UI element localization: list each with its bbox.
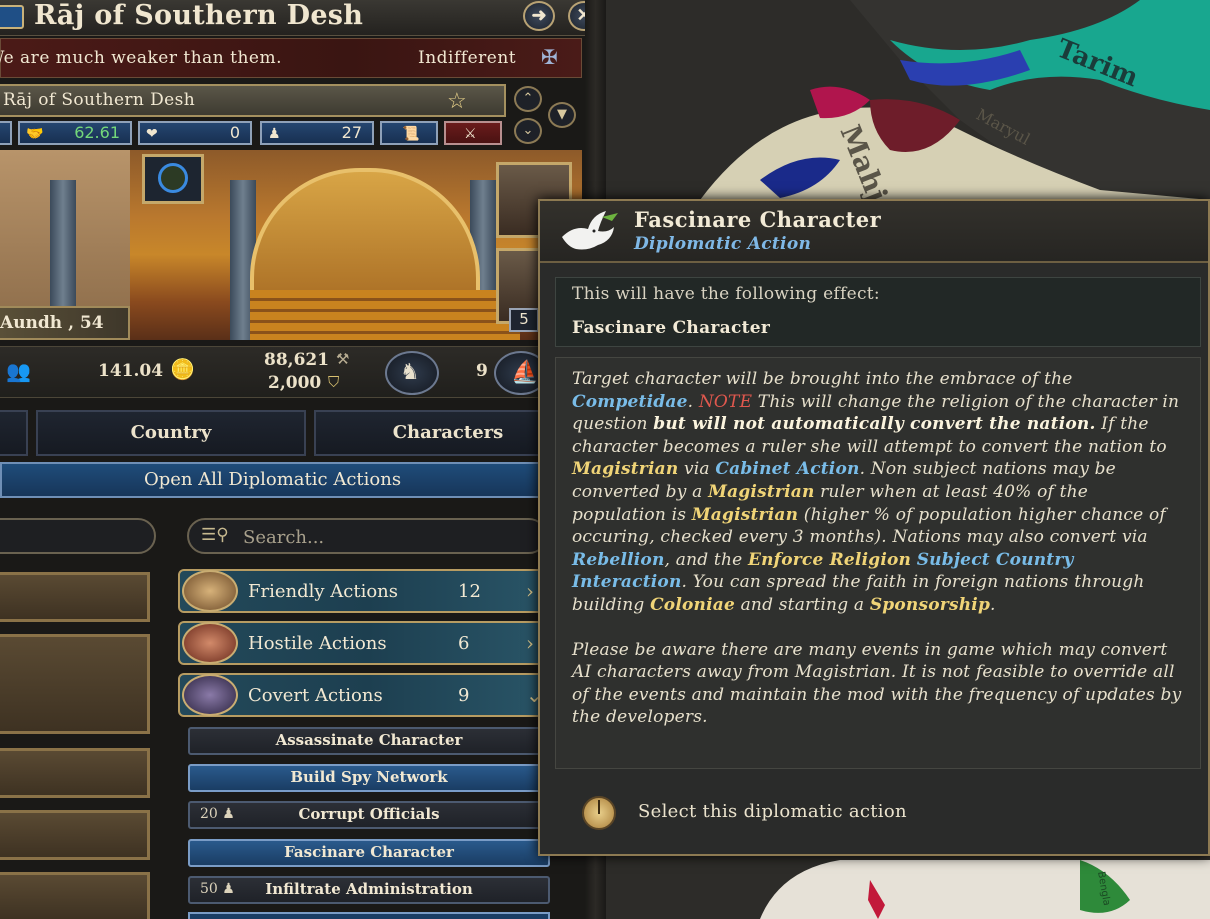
dagger-icon: [182, 674, 238, 716]
favorite-star-icon[interactable]: ☆: [447, 89, 467, 114]
heart-hand-icon: ❤: [146, 126, 158, 142]
agreement-slot-1[interactable]: [0, 572, 150, 622]
dove-icon: [562, 211, 618, 250]
open-all-actions-button[interactable]: Open All Diplomatic Actions: [0, 462, 545, 498]
tooltip-title: Fascinare Character: [634, 207, 882, 232]
timer-icon: [582, 796, 616, 830]
spy-icon: ♟: [222, 806, 235, 822]
tooltip-header: Fascinare Character Diplomatic Action: [540, 201, 1208, 263]
chevron-right-icon: ›: [526, 631, 534, 655]
panel-tabs: Country Characters: [0, 410, 582, 456]
population-icon: 👥: [6, 359, 31, 383]
army-count: 9: [476, 361, 488, 381]
scroll-up-button[interactable]: ⌃: [514, 86, 542, 112]
tab-country[interactable]: Country: [36, 410, 306, 456]
stat-spies[interactable]: ♟ 27: [260, 121, 374, 145]
scroll-down-button[interactable]: ⌄: [514, 118, 542, 144]
fist-icon: [182, 622, 238, 664]
agreement-slot-2[interactable]: [0, 634, 150, 734]
manpower-icon: ⚒: [336, 350, 350, 368]
filter-icon: ▼: [557, 107, 567, 122]
relation-bar: We are much weaker than them. Indifferen…: [0, 38, 582, 78]
treaty-button[interactable]: 📜: [380, 121, 438, 145]
diplomacy-panel: Rāj of Southern Desh ➜ ✕ We are much wea…: [0, 0, 606, 919]
effect-box: This will have the following effect: Fas…: [555, 277, 1201, 347]
stat-partial[interactable]: [0, 121, 12, 145]
action-tooltip: Fascinare Character Diplomatic Action Th…: [538, 199, 1210, 856]
agreement-slot-4[interactable]: [0, 810, 150, 860]
search-input[interactable]: ☰⚲ Search...: [187, 518, 547, 554]
search-icon: ☰⚲: [201, 525, 229, 545]
description-paragraph-1: Target character will be brought into th…: [572, 369, 1180, 615]
action-assassinate-character[interactable]: Assassinate Character: [188, 727, 550, 755]
ruler-name: Aundh , 54: [0, 313, 104, 333]
action-fascinare-character[interactable]: Fascinare Character: [188, 839, 550, 867]
attitude-text: Indifferent: [418, 48, 517, 68]
country-name-bar[interactable]: Rāj of Southern Desh ☆: [0, 84, 506, 117]
resources-row: 👥 141.04 🪙 88,621 ⚒ 2,000 ⛉ ♞ 9 ⛵: [0, 346, 582, 398]
action-infiltrate-administration[interactable]: 50 ♟ Infiltrate Administration: [188, 876, 550, 904]
action-build-spy-network[interactable]: Build Spy Network: [188, 764, 550, 792]
scroll-icon: 📜: [402, 126, 420, 142]
handshake-icon: [182, 570, 238, 612]
description-paragraph-2: Please be aware there are many events in…: [572, 639, 1182, 728]
portrait-count-badge: 5: [509, 308, 539, 332]
description-box: Target character will be brought into th…: [555, 357, 1201, 769]
country-stats: 🤝 62.61 ❤ 0 ♟ 27 📜 ⚔: [0, 121, 506, 145]
country-name: Rāj of Southern Desh: [3, 90, 196, 110]
army-button[interactable]: ♞: [385, 351, 439, 395]
category-hostile-actions[interactable]: Hostile Actions 6 ›: [178, 621, 558, 665]
chevron-up-icon: ⌃: [522, 91, 534, 106]
category-friendly-actions[interactable]: Friendly Actions 12 ›: [178, 569, 558, 613]
soldier-icon: ♞: [400, 360, 420, 385]
chevron-down-icon: ⌄: [522, 123, 534, 138]
war-button[interactable]: ⚔: [444, 121, 502, 145]
chevron-right-icon: ›: [526, 579, 534, 603]
country-flag-icon: [0, 5, 24, 29]
effect-intro: This will have the following effect:: [572, 284, 880, 304]
ship-icon: ⛵: [511, 360, 539, 385]
goto-button[interactable]: ➜: [523, 1, 555, 31]
left-filter-field[interactable]: [0, 518, 156, 554]
effect-name: Fascinare Character: [572, 318, 771, 338]
state-religion-icon[interactable]: [142, 154, 204, 204]
gold-icon: 🪙: [170, 357, 195, 381]
arrow-right-icon: ➜: [531, 5, 547, 26]
category-covert-actions[interactable]: Covert Actions 9 ⌄: [178, 673, 558, 717]
agreement-slot-5[interactable]: [0, 872, 150, 919]
action-cost: 50 ♟: [200, 881, 235, 897]
tab-hidden[interactable]: [0, 410, 28, 456]
tooltip-subtitle: Diplomatic Action: [634, 234, 812, 254]
relation-text: We are much weaker than them.: [0, 48, 282, 68]
handshake-icon: 🤝: [26, 126, 44, 142]
agreement-slot-3[interactable]: [0, 748, 150, 798]
filter-button[interactable]: ▼: [548, 102, 576, 128]
crossed-swords-icon: ⚔: [464, 126, 477, 142]
panel-titlebar: Rāj of Southern Desh ➜ ✕: [0, 0, 606, 36]
panel-title: Rāj of Southern Desh: [34, 0, 364, 31]
action-cost: 20 ♟: [200, 806, 235, 822]
manpower-value: 88,621: [264, 350, 330, 370]
search-placeholder: Search...: [243, 527, 325, 548]
gold-value: 141.04: [98, 361, 164, 381]
ruler-nameplate[interactable]: Aundh , 54: [0, 306, 130, 340]
select-action-row[interactable]: Select this diplomatic action: [582, 796, 1182, 830]
sailors-value: 2,000: [268, 373, 322, 393]
spy-icon: ♟: [222, 881, 235, 897]
select-action-label: Select this diplomatic action: [638, 801, 907, 822]
stat-opinion[interactable]: 🤝 62.61: [18, 121, 132, 145]
action-corrupt-officials[interactable]: 20 ♟ Corrupt Officials: [188, 801, 550, 829]
stat-favors[interactable]: ❤ 0: [138, 121, 252, 145]
spy-icon: ♟: [268, 126, 281, 142]
shield-icon: ⛉: [328, 373, 340, 391]
attitude-icon: ✠: [541, 45, 558, 69]
